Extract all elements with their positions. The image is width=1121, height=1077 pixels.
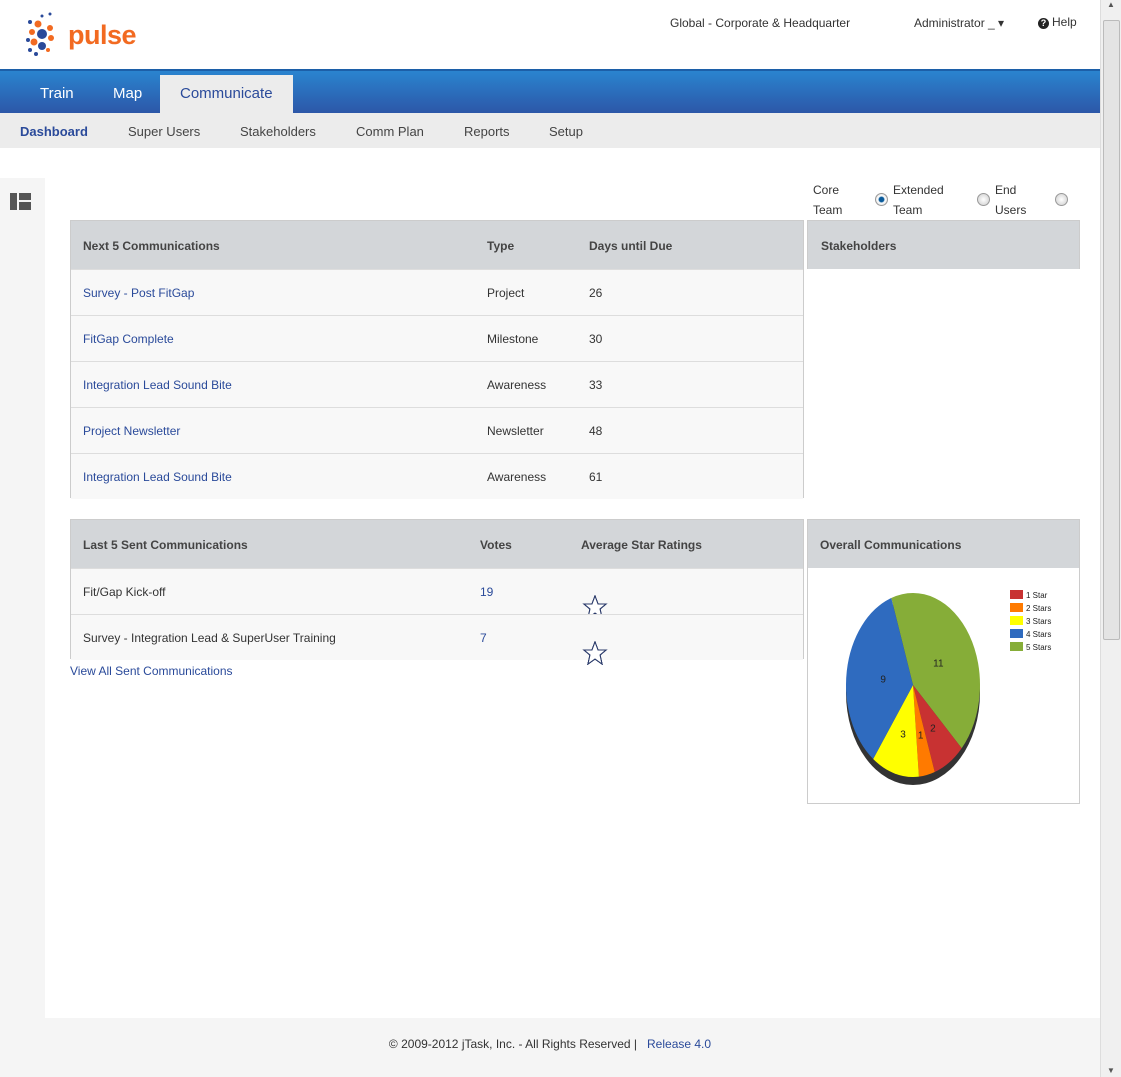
legend-label: 3 Stars bbox=[1026, 617, 1051, 626]
communication-name: Survey - Integration Lead & SuperUser Tr… bbox=[83, 631, 336, 645]
days-cell: 30 bbox=[589, 332, 603, 346]
next-communications-table: Next 5 Communications Type Days until Du… bbox=[70, 220, 804, 499]
type-cell: Project bbox=[487, 286, 525, 300]
table-row: Project Newsletter Newsletter 48 bbox=[71, 407, 803, 453]
col-header: Type bbox=[487, 239, 515, 253]
sidebar bbox=[0, 178, 45, 1077]
logo[interactable]: pulse bbox=[20, 10, 137, 60]
type-cell: Awareness bbox=[487, 470, 547, 484]
radio-end-users[interactable] bbox=[1055, 193, 1068, 206]
legend-label: 4 Stars bbox=[1026, 630, 1051, 639]
radio-extended-team[interactable] bbox=[977, 193, 990, 206]
col-header: Last 5 Sent Communications bbox=[83, 538, 248, 552]
votes-link[interactable]: 7 bbox=[480, 631, 487, 645]
table-row: Survey - Post FitGap Project 26 bbox=[71, 269, 803, 315]
legend-swatch bbox=[1010, 590, 1023, 599]
tab-map[interactable]: Map bbox=[113, 75, 142, 115]
pie-data-label: 9 bbox=[880, 675, 886, 686]
days-cell: 26 bbox=[589, 286, 603, 300]
legend-label: 1 Star bbox=[1026, 591, 1048, 600]
user-menu[interactable]: Administrator _ ▾ bbox=[914, 16, 1004, 30]
org-selector[interactable]: Global - Corporate & Headquarter bbox=[670, 16, 850, 30]
panel-title: Overall Communications bbox=[820, 538, 962, 552]
table-row: Survey - Integration Lead & SuperUser Tr… bbox=[71, 614, 803, 666]
copyright: © 2009-2012 jTask, Inc. - All Rights Res… bbox=[388, 1037, 637, 1051]
type-cell: Newsletter bbox=[487, 424, 544, 438]
legend-swatch bbox=[1010, 642, 1023, 651]
legend-label: 5 Stars bbox=[1026, 643, 1051, 652]
communication-link[interactable]: Integration Lead Sound Bite bbox=[83, 378, 232, 392]
type-cell: Awareness bbox=[487, 378, 547, 392]
last-sent-table: Last 5 Sent Communications Votes Average… bbox=[70, 519, 804, 666]
main-nav: Train Map Communicate bbox=[0, 69, 1100, 115]
panel-header: Stakeholders bbox=[808, 221, 1079, 269]
days-cell: 33 bbox=[589, 378, 603, 392]
help-icon: ? bbox=[1038, 18, 1049, 29]
logo-text: pulse bbox=[68, 19, 137, 50]
subnav-super-users[interactable]: Super Users bbox=[128, 124, 200, 139]
communication-name: Fit/Gap Kick-off bbox=[83, 585, 166, 599]
pie-data-label: 3 bbox=[900, 730, 906, 741]
logo-dots-icon bbox=[26, 12, 54, 56]
scrollbar[interactable]: ▲ ▼ bbox=[1100, 0, 1121, 1077]
pie-data-label: 11 bbox=[933, 659, 944, 670]
help-label: Help bbox=[1052, 15, 1077, 29]
col-header: Votes bbox=[480, 538, 512, 552]
chevron-down-icon: ▾ bbox=[998, 16, 1005, 30]
legend-swatch bbox=[1010, 616, 1023, 625]
votes-link[interactable]: 19 bbox=[480, 585, 493, 599]
release-link[interactable]: Release 4.0 bbox=[647, 1037, 711, 1051]
sub-nav: Dashboard Super Users Stakeholders Comm … bbox=[0, 113, 1100, 148]
subnav-stakeholders[interactable]: Stakeholders bbox=[240, 124, 316, 139]
days-cell: 48 bbox=[589, 424, 603, 438]
col-header: Days until Due bbox=[589, 239, 673, 253]
header: pulse Global - Corporate & Headquarter A… bbox=[0, 0, 1100, 70]
scrollbar-thumb[interactable] bbox=[1103, 20, 1120, 640]
view-all-sent-link[interactable]: View All Sent Communications bbox=[70, 664, 233, 678]
filter-label-core: Core Team bbox=[813, 183, 843, 217]
communication-link[interactable]: Integration Lead Sound Bite bbox=[83, 470, 232, 484]
pie-chart: 11 21 3 9 1 Star 2 Stars 3 Stars 4 Stars 5 Stars bbox=[846, 590, 1051, 785]
legend-swatch bbox=[1010, 629, 1023, 638]
table-header: Next 5 Communications Type Days until Du… bbox=[71, 221, 803, 269]
filter-label-extended: Extended Team bbox=[893, 183, 944, 217]
stakeholders-panel: Stakeholders bbox=[807, 220, 1080, 269]
table-header: Last 5 Sent Communications Votes Average… bbox=[71, 520, 803, 568]
subnav-reports[interactable]: Reports bbox=[464, 124, 510, 139]
footer: © 2009-2012 jTask, Inc. - All Rights Res… bbox=[0, 1037, 1100, 1051]
table-row: Integration Lead Sound Bite Awareness 61 bbox=[71, 453, 803, 499]
tab-communicate[interactable]: Communicate bbox=[160, 75, 293, 115]
communication-link[interactable]: FitGap Complete bbox=[83, 332, 174, 346]
legend-swatch bbox=[1010, 603, 1023, 612]
pie-data-label: 1 bbox=[918, 730, 924, 741]
communication-link[interactable]: Project Newsletter bbox=[83, 424, 180, 438]
legend-label: 2 Stars bbox=[1026, 604, 1051, 613]
type-cell: Milestone bbox=[487, 332, 539, 346]
table-row: FitGap Complete Milestone 30 bbox=[71, 315, 803, 361]
radio-core-team[interactable] bbox=[875, 193, 888, 206]
tab-train[interactable]: Train bbox=[40, 75, 74, 115]
panel-header: Overall Communications bbox=[808, 520, 1079, 568]
col-header: Average Star Ratings bbox=[581, 538, 702, 552]
filter-label-end: End Users bbox=[995, 183, 1027, 217]
help-link[interactable]: ? Help bbox=[1038, 15, 1077, 29]
subnav-comm-plan[interactable]: Comm Plan bbox=[356, 124, 424, 139]
communication-link[interactable]: Survey - Post FitGap bbox=[83, 286, 194, 300]
pie-data-label: 2 bbox=[930, 724, 936, 735]
overall-communications-panel: Overall Communications 11 2 1 3 9 1 Star 2 Sta… bbox=[807, 519, 1080, 804]
col-header: Next 5 Communications bbox=[83, 239, 220, 253]
subnav-setup[interactable]: Setup bbox=[549, 124, 583, 139]
table-row: Fit/Gap Kick-off 19 bbox=[71, 568, 803, 620]
layout-toggle-icon[interactable] bbox=[10, 193, 32, 211]
panel-title: Stakeholders bbox=[821, 239, 897, 253]
subnav-dashboard[interactable]: Dashboard bbox=[20, 124, 88, 139]
star-icon bbox=[581, 640, 609, 668]
days-cell: 61 bbox=[589, 470, 603, 484]
table-row: Integration Lead Sound Bite Awareness 33 bbox=[71, 361, 803, 407]
user-name: Administrator _ bbox=[914, 16, 995, 30]
